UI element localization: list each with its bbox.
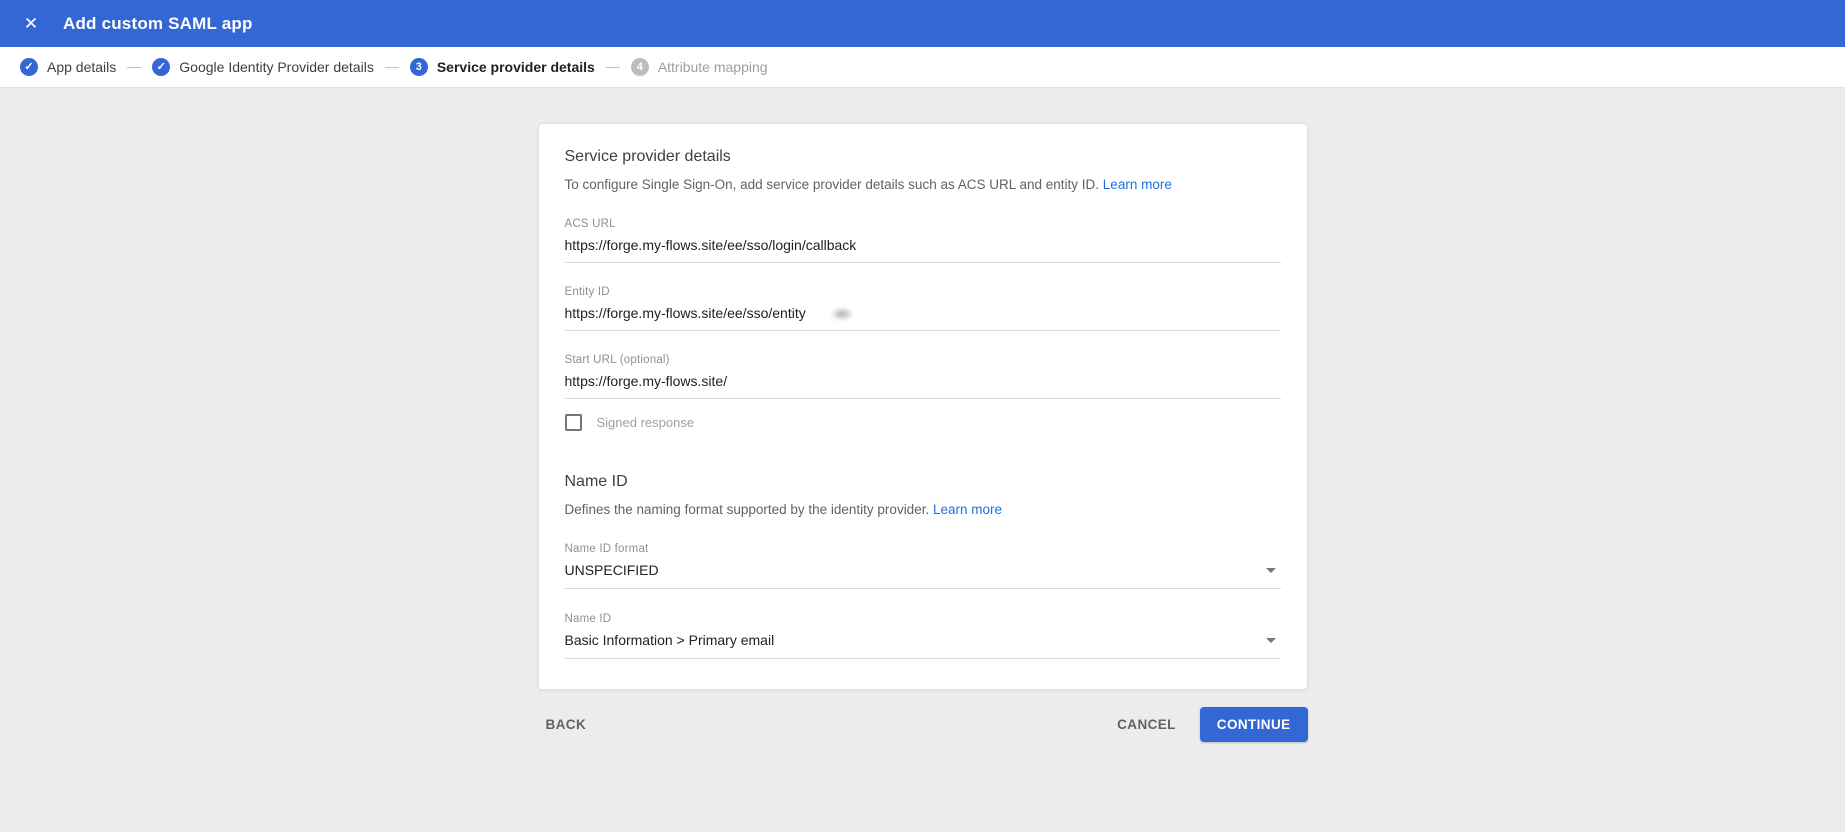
entity-id-field-group: Entity ID https://forge.my-flows.site/ee… bbox=[564, 285, 1281, 331]
step-number-badge: 3 bbox=[409, 58, 428, 76]
name-id-format-select-group: Name ID format UNSPECIFIED bbox=[564, 543, 1281, 590]
step-label: App details bbox=[47, 59, 117, 75]
page-title: Add custom SAML app bbox=[63, 13, 253, 33]
name-id-section: Name ID Defines the naming format suppor… bbox=[564, 472, 1281, 660]
step-google-idp-details[interactable]: ✓ Google Identity Provider details bbox=[152, 58, 374, 76]
main-content: Service provider details To configure Si… bbox=[0, 88, 1845, 782]
step-number-badge: 4 bbox=[630, 58, 649, 76]
cancel-button[interactable]: CANCEL bbox=[1109, 708, 1184, 741]
step-app-details[interactable]: ✓ App details bbox=[20, 58, 116, 76]
name-id-format-value: UNSPECIFIED bbox=[564, 562, 659, 579]
check-icon: ✓ bbox=[24, 60, 34, 73]
learn-more-link[interactable]: Learn more bbox=[1103, 177, 1172, 192]
step-separator bbox=[127, 66, 142, 68]
start-url-value: https://forge.my-flows.site/ bbox=[564, 372, 728, 389]
name-id-label: Name ID bbox=[564, 613, 612, 626]
acs-url-field-group: ACS URL https://forge.my-flows.site/ee/s… bbox=[564, 217, 1281, 263]
start-url-input[interactable]: https://forge.my-flows.site/ bbox=[564, 372, 1281, 399]
card-title: Service provider details bbox=[564, 148, 731, 165]
back-button[interactable]: BACK bbox=[538, 708, 595, 741]
step-service-provider-details[interactable]: 3 Service provider details bbox=[409, 58, 595, 76]
step-label: Attribute mapping bbox=[657, 59, 768, 75]
step-label: Service provider details bbox=[436, 59, 595, 75]
wizard-stepper: ✓ App details ✓ Google Identity Provider… bbox=[0, 47, 1845, 88]
card-description: To configure Single Sign-On, add service… bbox=[565, 175, 1281, 195]
step-complete-icon: ✓ bbox=[20, 58, 38, 76]
step-separator bbox=[384, 66, 399, 68]
name-id-select[interactable]: Basic Information > Primary email bbox=[564, 632, 1281, 660]
signed-response-checkbox[interactable] bbox=[564, 413, 582, 431]
learn-more-link[interactable]: Learn more bbox=[933, 502, 1002, 517]
entity-id-label: Entity ID bbox=[564, 285, 610, 298]
check-icon: ✓ bbox=[156, 60, 166, 73]
chevron-down-icon bbox=[1265, 638, 1276, 644]
chevron-down-icon bbox=[1265, 568, 1276, 574]
name-id-format-label: Name ID format bbox=[564, 543, 649, 556]
name-id-select-group: Name ID Basic Information > Primary emai… bbox=[564, 613, 1281, 660]
close-icon[interactable]: ✕ bbox=[19, 12, 43, 36]
start-url-label: Start URL (optional) bbox=[564, 353, 670, 366]
step-complete-icon: ✓ bbox=[152, 58, 171, 76]
name-id-value: Basic Information > Primary email bbox=[564, 632, 775, 649]
footer-actions: BACK CANCEL CONTINUE bbox=[538, 707, 1308, 743]
name-id-description-text: Defines the naming format supported by t… bbox=[564, 501, 930, 517]
start-url-field-group: Start URL (optional) https://forge.my-fl… bbox=[564, 353, 1281, 399]
service-provider-card: Service provider details To configure Si… bbox=[537, 123, 1308, 691]
card-description-text: To configure Single Sign-On, add service… bbox=[564, 177, 1100, 192]
name-id-format-select[interactable]: UNSPECIFIED bbox=[564, 562, 1281, 590]
redaction-blur bbox=[807, 299, 902, 328]
step-label: Google Identity Provider details bbox=[179, 59, 374, 75]
continue-button[interactable]: CONTINUE bbox=[1199, 707, 1308, 743]
app-bar: ✕ Add custom SAML app bbox=[0, 0, 1845, 47]
step-separator bbox=[605, 66, 620, 68]
entity-id-input[interactable]: https://forge.my-flows.site/ee/sso/entit… bbox=[564, 299, 1281, 331]
name-id-title: Name ID bbox=[564, 472, 628, 490]
signed-response-label: Signed response bbox=[596, 414, 695, 430]
acs-url-input[interactable]: https://forge.my-flows.site/ee/sso/login… bbox=[564, 236, 1281, 263]
name-id-description: Defines the naming format supported by t… bbox=[565, 500, 1281, 520]
entity-id-value: https://forge.my-flows.site/ee/sso/entit… bbox=[564, 304, 806, 321]
acs-url-value: https://forge.my-flows.site/ee/sso/login… bbox=[564, 236, 857, 253]
step-attribute-mapping[interactable]: 4 Attribute mapping bbox=[630, 58, 768, 76]
signed-response-checkbox-row[interactable]: Signed response bbox=[564, 413, 1281, 431]
acs-url-label: ACS URL bbox=[564, 217, 616, 230]
